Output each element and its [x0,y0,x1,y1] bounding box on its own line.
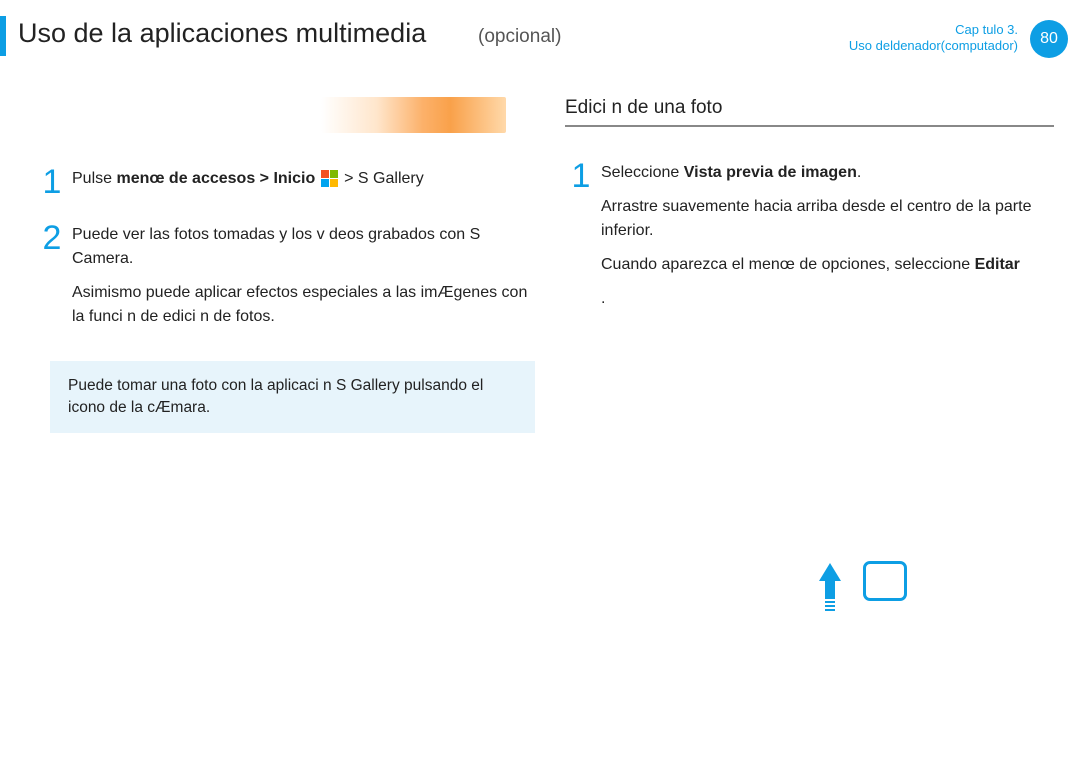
page-number-badge: 80 [1030,20,1068,58]
step-number: 1 [36,167,68,197]
step2-paragraph-2: Asimismo puede aplicar efectos especiale… [72,281,535,329]
r1-suffix: . [857,164,861,181]
text-prefix: Pulse [72,170,112,187]
left-step-2: 2 Puede ver las fotos tomadas y los v de… [36,223,535,339]
text-suffix: > S Gallery [344,170,424,187]
r1-bold: Vista previa de imagen [684,164,857,181]
arrow-up-icon [819,563,841,607]
chapter-title: Uso deldenador(computador) [849,38,1018,54]
decorative-gradient [321,97,506,133]
left-column: 1 Pulse menœ de accesos > Inicio > S Gal… [36,97,535,433]
chapter-number: Cap tulo 3. [849,22,1018,38]
r1-prefix: Seleccione [601,164,679,181]
r1-paragraph-2: Arrastre suavemente hacia arriba desde e… [601,195,1064,243]
chapter-info: Cap tulo 3. Uso deldenador(computador) 8… [849,22,1066,54]
left-step-1: 1 Pulse menœ de accesos > Inicio > S Gal… [36,167,535,201]
step-number: 1 [565,161,597,191]
windows-start-icon [321,170,339,188]
r1-p3-suffix: . [601,290,605,307]
r1-p3-bold: Editar [975,256,1020,273]
right-column: Edici n de una foto 1 Seleccione Vista p… [565,97,1064,433]
step-text: Seleccione Vista previa de imagen. Arras… [601,161,1064,321]
step-text: Pulse menœ de accesos > Inicio > S Galle… [72,167,535,201]
swipe-up-figure [805,557,925,677]
step-text: Puede ver las fotos tomadas y los v deos… [72,223,535,339]
tip-note: Puede tomar una foto con la aplicaci n S… [50,361,535,433]
r1-p3-prefix: Cuando aparezca el menœ de opciones, sel… [601,256,975,273]
step-number: 2 [36,223,68,253]
page-header: Uso de la aplicaciones multimedia (opcio… [0,12,1080,67]
screen-outline-icon [863,561,907,601]
right-step-1: 1 Seleccione Vista previa de imagen. Arr… [565,161,1064,321]
page-subtitle: (opcional) [478,26,561,48]
step2-paragraph-1: Puede ver las fotos tomadas y los v deos… [72,223,535,271]
header-accent-bar [0,16,6,56]
text-bold: menœ de accesos > Inicio [116,170,315,187]
section-heading: Edici n de una foto [565,97,1054,127]
page-title: Uso de la aplicaciones multimedia [18,18,426,49]
